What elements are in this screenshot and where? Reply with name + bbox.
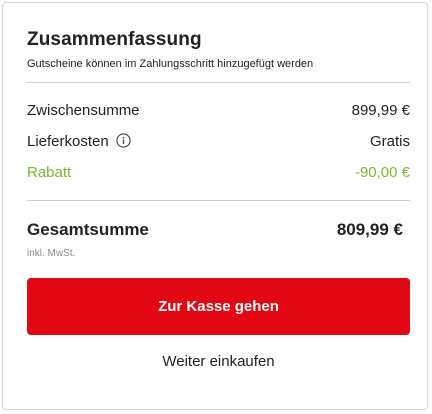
subtotal-value: 899,99 € [351, 102, 410, 119]
discount-value: -90,00 € [354, 164, 410, 181]
order-summary-card: Zusammenfassung Gutscheine können im Zah… [2, 2, 428, 410]
divider [27, 200, 410, 201]
subtotal-label: Zwischensumme [27, 102, 140, 119]
discount-label: Rabatt [27, 164, 72, 181]
shipping-label: Lieferkosten [27, 133, 109, 150]
info-icon[interactable] [116, 133, 131, 148]
summary-title: Zusammenfassung [27, 29, 202, 50]
checkout-button[interactable]: Zur Kasse gehen [27, 278, 410, 335]
divider [27, 82, 410, 83]
discount-row: Rabatt -90,00 € [27, 164, 410, 184]
shipping-value: Gratis [369, 133, 410, 150]
total-label: Gesamtsumme [27, 220, 149, 239]
shipping-row: Lieferkosten Gratis [27, 133, 410, 153]
summary-subtitle: Gutscheine können im Zahlungsschritt hin… [27, 58, 314, 70]
subtotal-row: Zwischensumme 899,99 € [27, 102, 410, 122]
tax-note: inkl. MwSt. [27, 248, 76, 259]
total-value: 809,99 € [336, 220, 403, 239]
continue-shopping-link[interactable]: Weiter einkaufen [27, 353, 410, 370]
